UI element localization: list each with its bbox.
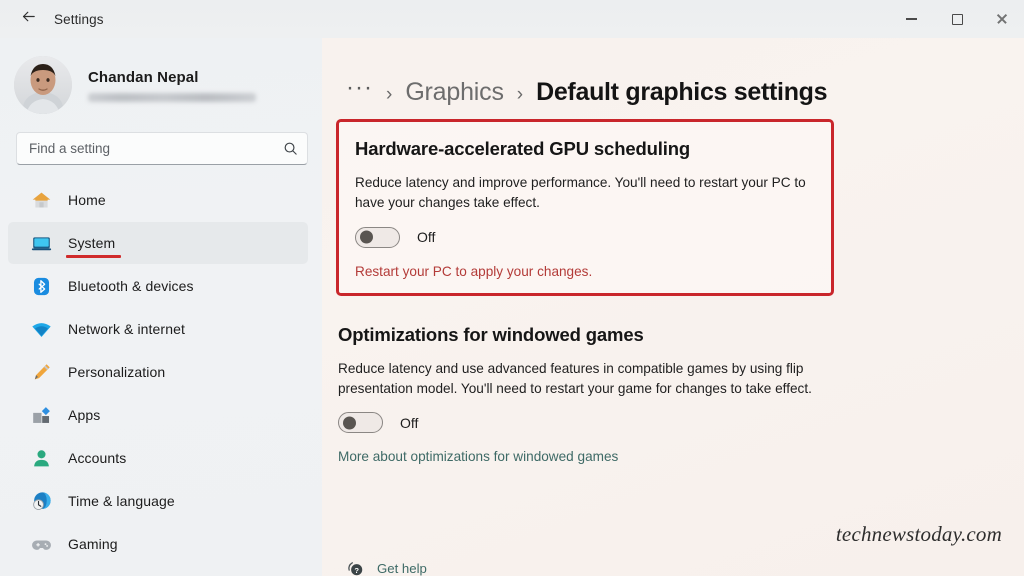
close-button[interactable]: [980, 0, 1024, 38]
get-help-label: Get help: [377, 561, 427, 576]
svg-text:?: ?: [354, 566, 359, 575]
time-language-icon: [30, 490, 52, 512]
system-icon: [30, 232, 52, 254]
account-text: Chandan Nepal: [88, 69, 256, 102]
sidebar-item-time-language[interactable]: Time & language: [8, 480, 308, 522]
sidebar: Chandan Nepal Find a setting Home System…: [0, 38, 322, 576]
bluetooth-icon: [30, 275, 52, 297]
sidebar-item-label: Network & internet: [68, 321, 185, 337]
maximize-icon: [951, 13, 963, 25]
breadcrumb: ··· › Graphics › Default graphics settin…: [336, 76, 1024, 107]
sidebar-item-label: Accounts: [68, 450, 127, 466]
breadcrumb-overflow-button[interactable]: ···: [346, 76, 373, 100]
settings-window: Settings Chandan Nepal Find a setting Ho…: [0, 0, 1024, 576]
window-body: Chandan Nepal Find a setting Home System…: [0, 38, 1024, 576]
gpu-scheduling-toggle[interactable]: [355, 226, 400, 248]
sidebar-item-personalization[interactable]: Personalization: [8, 351, 308, 393]
sidebar-item-label: Personalization: [68, 364, 166, 380]
home-icon: [30, 189, 52, 211]
main-content: ··· › Graphics › Default graphics settin…: [322, 38, 1024, 576]
help-icon: ?: [346, 559, 365, 576]
account-card[interactable]: Chandan Nepal: [0, 42, 322, 124]
windowed-games-toggle-row: Off: [338, 412, 1024, 434]
search-container: [0, 124, 322, 165]
window-caption-buttons: [888, 0, 1024, 38]
back-arrow-icon: [20, 8, 37, 30]
restart-notice[interactable]: Restart your PC to apply your changes.: [355, 264, 813, 279]
sidebar-nav: Home System Bluetooth & devices Network …: [0, 179, 322, 565]
sidebar-item-label: Apps: [68, 407, 101, 423]
breadcrumb-separator-icon: ›: [385, 84, 393, 105]
minimize-icon: [905, 18, 917, 20]
gpu-scheduling-toggle-row: Off: [355, 226, 813, 248]
gpu-scheduling-section: Hardware-accelerated GPU scheduling Redu…: [336, 119, 834, 296]
sidebar-item-label: Gaming: [68, 536, 118, 552]
back-button[interactable]: [8, 4, 48, 34]
more-about-optimizations-link[interactable]: More about optimizations for windowed ga…: [338, 449, 1024, 464]
apps-icon: [30, 404, 52, 426]
account-email-redacted: [88, 92, 256, 102]
close-icon: [996, 13, 1008, 25]
avatar: [14, 56, 72, 114]
maximize-button[interactable]: [934, 0, 980, 38]
watermark: technewstoday.com: [835, 522, 1002, 546]
windowed-games-toggle-state: Off: [400, 414, 419, 431]
window-title: Settings: [54, 11, 104, 27]
windowed-games-section: Optimizations for windowed games Reduce …: [336, 323, 1024, 464]
sidebar-item-network-internet[interactable]: Network & internet: [8, 308, 308, 350]
title-bar: Settings: [0, 0, 1024, 38]
search-icon[interactable]: [283, 141, 298, 156]
sidebar-item-gaming[interactable]: Gaming: [8, 523, 308, 565]
search-box[interactable]: [16, 132, 308, 165]
section-title: Optimizations for windowed games: [338, 323, 644, 345]
sidebar-item-accounts[interactable]: Accounts: [8, 437, 308, 479]
gaming-icon: [30, 533, 52, 555]
sidebar-item-label: Home: [68, 192, 106, 208]
get-help-link[interactable]: ? Get help: [346, 559, 427, 576]
sidebar-item-home[interactable]: Home: [8, 179, 308, 221]
windowed-games-toggle[interactable]: [338, 412, 383, 434]
personalization-icon: [30, 361, 52, 383]
sidebar-item-apps[interactable]: Apps: [8, 394, 308, 436]
sidebar-item-label: Bluetooth & devices: [68, 278, 194, 294]
breadcrumb-parent-link[interactable]: Graphics: [405, 78, 504, 107]
page-title: Default graphics settings: [536, 78, 828, 106]
minimize-button[interactable]: [888, 0, 934, 38]
sidebar-item-label: System: [65, 235, 122, 258]
sidebar-item-system[interactable]: System: [8, 222, 308, 264]
toggle-knob: [343, 416, 356, 430]
network-icon: [30, 318, 52, 340]
section-title: Hardware-accelerated GPU scheduling: [355, 138, 691, 159]
toggle-knob: [360, 230, 373, 244]
accounts-icon: [30, 447, 52, 469]
sidebar-item-bluetooth-devices[interactable]: Bluetooth & devices: [8, 265, 308, 307]
user-photo-icon: [14, 56, 72, 114]
account-name: Chandan Nepal: [88, 68, 199, 86]
gpu-scheduling-toggle-state: Off: [417, 229, 436, 246]
breadcrumb-separator-icon: ›: [516, 84, 524, 105]
section-description: Reduce latency and improve performance. …: [355, 175, 806, 210]
search-input[interactable]: [29, 141, 283, 156]
section-description: Reduce latency and use advanced features…: [338, 360, 812, 396]
sidebar-item-label: Time & language: [68, 493, 175, 509]
